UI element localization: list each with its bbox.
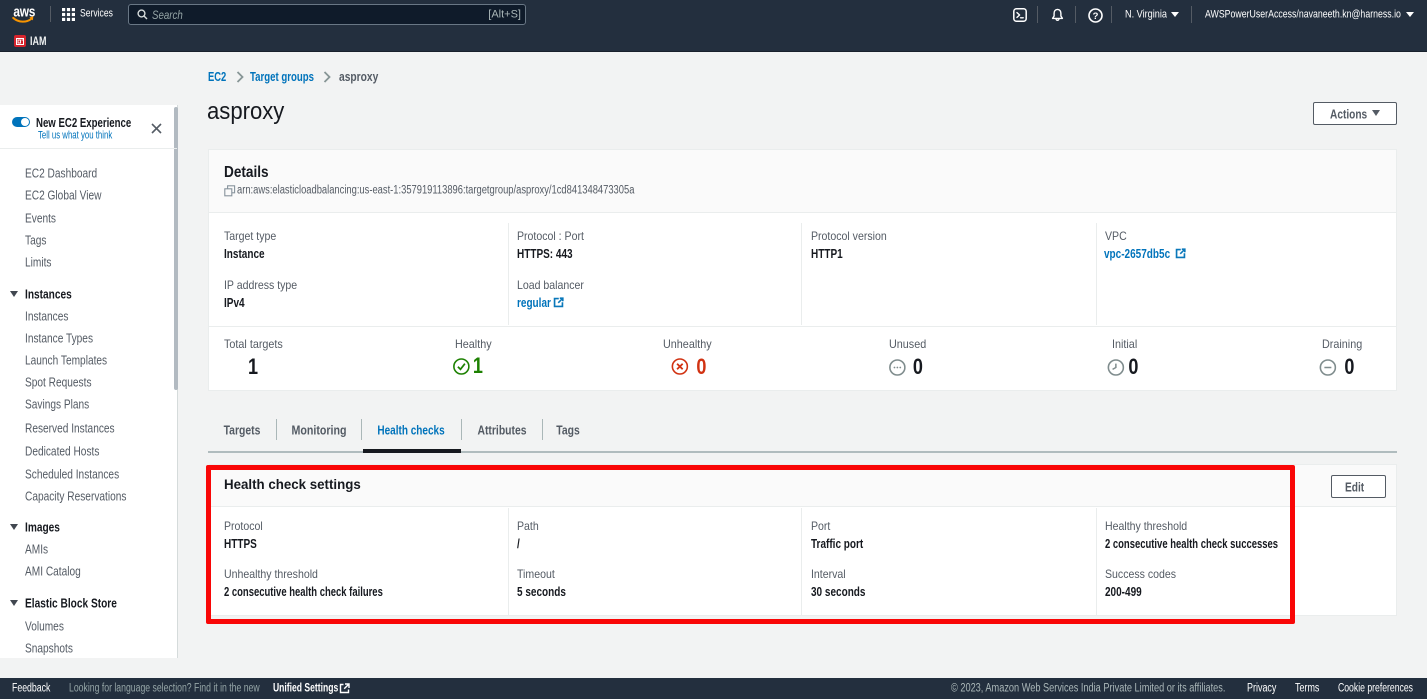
svg-text:?: ? (1092, 11, 1098, 22)
